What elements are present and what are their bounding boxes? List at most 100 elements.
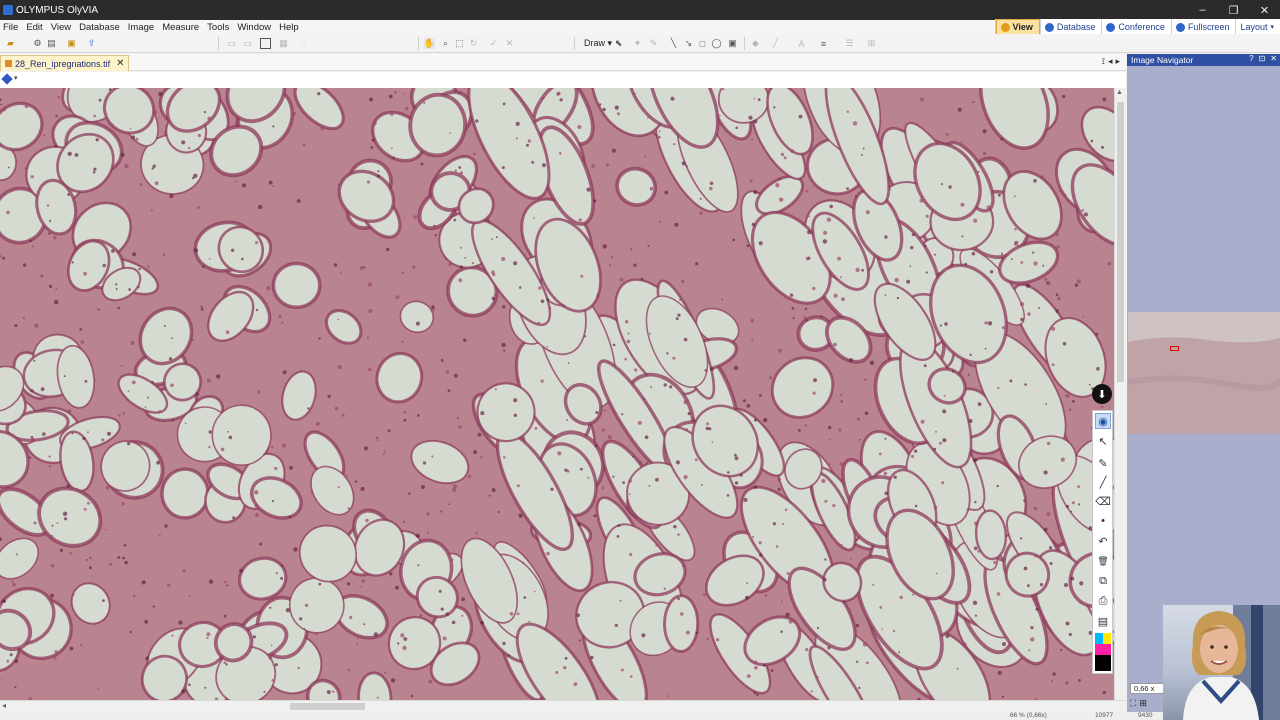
navigator-overview-thumbnail[interactable]	[1128, 312, 1280, 434]
print-icon[interactable]: ▤	[46, 38, 57, 49]
export-icon[interactable]: ⇪	[86, 38, 97, 49]
menu-help[interactable]: Help	[275, 21, 303, 34]
mode-tab-layout[interactable]: Layout ▾	[1235, 19, 1280, 35]
line-width-icon[interactable]: ≡	[818, 38, 829, 49]
draw-dropdown[interactable]: Draw ▾	[584, 37, 612, 49]
delete-icon[interactable]: 🗑	[1095, 553, 1111, 569]
scroll-left-icon[interactable]: ◂	[2, 701, 6, 710]
mode-tab-label: Conference	[1118, 22, 1165, 32]
menu-view[interactable]: View	[47, 21, 75, 34]
layout-single-icon[interactable]: ▭	[226, 38, 237, 49]
rectangle-tool-icon[interactable]: □	[697, 38, 708, 49]
vertical-scrollbar[interactable]: ▲	[1114, 88, 1126, 700]
select-tool-icon[interactable]: ⬉	[613, 38, 624, 49]
horizontal-scrollbar[interactable]: ◂	[0, 700, 1126, 712]
snapshot-icon[interactable]: ⎙	[1095, 593, 1111, 609]
status-zoom: 66 % (0,66x)	[1010, 712, 1047, 719]
menu-database[interactable]: Database	[75, 21, 124, 34]
font-color-icon[interactable]: A	[796, 38, 807, 49]
pan-hand-icon[interactable]: ✋	[424, 38, 435, 49]
horizontal-scroll-thumb[interactable]	[290, 703, 365, 710]
rotate-icon[interactable]: ↻	[468, 38, 479, 49]
scroll-up-icon[interactable]: ▲	[1116, 89, 1123, 96]
viewport-marker[interactable]	[1170, 346, 1179, 351]
close-panel-icon[interactable]: ✕	[1270, 54, 1277, 63]
maximize-button[interactable]: ❐	[1218, 0, 1249, 20]
vertical-scroll-thumb[interactable]	[1117, 102, 1124, 382]
line-color-icon[interactable]: ╱	[770, 38, 781, 49]
window-controls: – ❐ ✕	[1187, 0, 1280, 20]
mode-tab-label: Database	[1056, 22, 1096, 32]
status-x-coordinate: 10977	[1095, 712, 1114, 719]
pin-panel-icon[interactable]: ⊡	[1259, 54, 1266, 63]
text-box-tool-icon[interactable]: ▣	[727, 38, 738, 49]
app-logo-icon	[3, 5, 13, 15]
mode-tabs: View Database Conference Fullscreen Layo…	[994, 19, 1280, 35]
line-tool-icon[interactable]: ╲	[668, 38, 679, 49]
mode-tab-label: View	[1012, 22, 1033, 32]
help-icon[interactable]: ?	[1249, 54, 1253, 63]
close-window-button[interactable]: ✕	[1249, 0, 1280, 20]
open-folder-icon[interactable]: ▰	[5, 38, 16, 49]
dot-icon[interactable]: •	[1095, 513, 1111, 529]
cross-icon[interactable]: ✕	[504, 38, 515, 49]
settings-icon[interactable]: ⚙	[32, 38, 43, 49]
magic-wand-icon[interactable]: ✦	[632, 38, 643, 49]
minimize-button[interactable]: –	[1187, 0, 1218, 20]
menu-tools[interactable]: Tools	[203, 21, 233, 34]
pointer-icon[interactable]: ↖	[1095, 433, 1111, 449]
line-icon[interactable]: ╱	[1095, 474, 1111, 490]
eye-icon[interactable]: ◉	[1095, 413, 1111, 429]
document-tab[interactable]: 28_Ren_ipregnations.tif ✕	[0, 55, 130, 71]
zoom-icon[interactable]: ⌕	[440, 38, 451, 49]
tab-next-icon[interactable]: ▸	[1115, 56, 1120, 67]
eraser-icon[interactable]: ⌫	[1095, 493, 1111, 509]
save-icon[interactable]: ▣	[66, 38, 77, 49]
grid-view-icon[interactable]: ⊞	[1139, 698, 1147, 709]
color-swatch-cyan-yellow[interactable]	[1095, 633, 1111, 644]
microscopy-image[interactable]	[0, 88, 1114, 700]
layer-diamond-icon[interactable]	[1, 73, 13, 85]
close-tab-icon[interactable]: ✕	[116, 58, 124, 69]
menu-measure[interactable]: Measure	[158, 21, 203, 34]
align-icon[interactable]: ⊞	[866, 38, 877, 49]
fill-color-icon[interactable]: ◆	[750, 38, 761, 49]
menu-edit[interactable]: Edit	[22, 21, 46, 34]
status-y-coordinate: 9430	[1138, 712, 1153, 719]
clipboard-icon[interactable]: ▤	[1095, 613, 1111, 629]
sync-icon[interactable]: ◌	[298, 38, 309, 49]
pin-icon[interactable]: ⟟	[1102, 56, 1105, 67]
menu-file[interactable]: File	[0, 21, 22, 34]
layout-split-icon[interactable]: ▭	[242, 38, 253, 49]
main-toolbar: ▰ ⚙ ▤ ▣ ⇪ ▭ ▭ ▦ ◌ ✋ ⌕ ⬚ ↻ ✓ ✕ Draw ▾ ⬉ ✦…	[0, 34, 1280, 53]
menu-image[interactable]: Image	[124, 21, 158, 34]
image-viewer[interactable]	[0, 88, 1114, 700]
pencil-icon[interactable]: ✎	[648, 38, 659, 49]
mode-tab-fullscreen[interactable]: Fullscreen	[1170, 19, 1236, 35]
conference-icon	[1106, 22, 1116, 32]
tab-prev-icon[interactable]: ◂	[1108, 56, 1113, 67]
arrow-tool-icon[interactable]: ↘	[683, 38, 694, 49]
pen-icon[interactable]: ✎	[1095, 455, 1111, 471]
layout-grid-icon[interactable]: ▦	[278, 38, 289, 49]
collapse-toolstrip-icon[interactable]: ⬇	[1092, 384, 1112, 404]
color-swatch-black[interactable]	[1095, 655, 1111, 671]
fit-view-icon[interactable]: ⛶	[1130, 698, 1136, 709]
mode-tab-view[interactable]: View	[995, 19, 1040, 35]
zoom-box-icon[interactable]: ⬚	[454, 38, 465, 49]
title-bar: OLYMPUS OlyVIA – ❐ ✕	[0, 0, 1280, 20]
line-style-icon[interactable]: ☰	[844, 38, 855, 49]
undo-icon[interactable]: ↶	[1095, 533, 1111, 549]
color-swatch-magenta[interactable]	[1095, 644, 1111, 655]
check-icon[interactable]: ✓	[488, 38, 499, 49]
layout-fit-icon[interactable]	[260, 38, 271, 49]
annotation-toolstrip: ⬇ ◉ ↖ ✎ ╱ ⌫ • ↶ 🗑 ⧉ ⎙ ▤	[1091, 384, 1113, 674]
menu-window[interactable]: Window	[233, 21, 275, 34]
ellipse-tool-icon[interactable]: ◯	[711, 38, 722, 49]
chevron-down-icon[interactable]: ▾	[14, 74, 18, 82]
copy-icon[interactable]: ⧉	[1095, 573, 1111, 589]
mode-tab-database[interactable]: Database	[1039, 19, 1102, 35]
mode-tab-conference[interactable]: Conference	[1101, 19, 1171, 35]
toolstrip-panel: ◉ ↖ ✎ ╱ ⌫ • ↶ 🗑 ⧉ ⎙ ▤	[1092, 410, 1113, 674]
status-bar: 66 % (0,66x) 10977 9430	[0, 712, 1163, 720]
